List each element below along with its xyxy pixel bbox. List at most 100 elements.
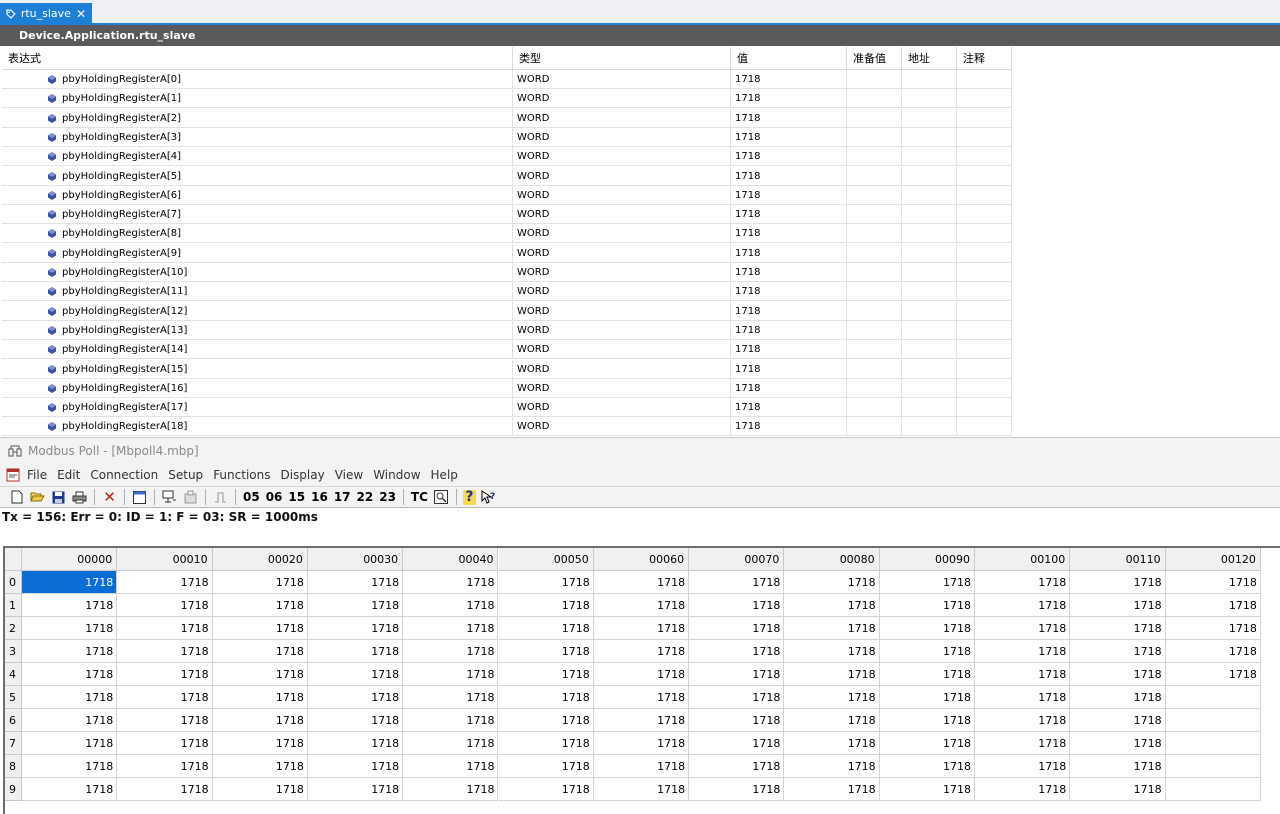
connect-icon[interactable] [161, 489, 178, 506]
col-header-expression[interactable]: 表达式 [2, 47, 513, 70]
register-cell[interactable]: 1718 [593, 663, 690, 686]
col-header-value[interactable]: 值 [731, 47, 847, 70]
register-cell[interactable]: 1718 [784, 755, 880, 778]
watch-row[interactable]: pbyHoldingRegisterA[5] WORD 1718 [2, 166, 1012, 186]
register-cell[interactable]: 1718 [498, 778, 594, 801]
fc-15-button[interactable]: 15 [287, 490, 306, 504]
context-help-icon[interactable]: ? [480, 489, 497, 506]
prepared-value-cell[interactable] [847, 70, 902, 89]
register-cell[interactable]: 1718 [1070, 778, 1166, 801]
prepared-value-cell[interactable] [847, 147, 902, 167]
register-cell[interactable]: 1718 [307, 732, 404, 755]
register-cell[interactable]: 1718 [403, 640, 499, 663]
register-cell[interactable]: 1718 [689, 732, 785, 755]
register-cell[interactable]: 1718 [879, 778, 975, 801]
register-cell[interactable]: 1718 [307, 778, 404, 801]
print-icon[interactable] [71, 489, 88, 506]
prepared-value-cell[interactable] [847, 185, 902, 205]
register-cell[interactable]: 1718 [879, 709, 975, 732]
tab-rtu-slave[interactable]: rtu_slave ✕ [0, 3, 92, 24]
register-cell[interactable]: 1718 [593, 709, 690, 732]
watch-row[interactable]: pbyHoldingRegisterA[17] WORD 1718 [2, 398, 1012, 418]
register-cell[interactable]: 1718 [307, 594, 404, 617]
register-cell[interactable]: 1718 [212, 594, 308, 617]
register-cell[interactable]: 1718 [212, 571, 308, 594]
register-cell[interactable]: 1718 [689, 686, 785, 709]
register-cell[interactable]: 1718 [879, 571, 975, 594]
prepared-value-cell[interactable] [847, 224, 902, 244]
prepared-value-cell[interactable] [847, 398, 902, 418]
prepared-value-cell[interactable] [847, 320, 902, 340]
register-cell[interactable]: 1718 [403, 663, 499, 686]
register-cell[interactable]: 1718 [117, 663, 213, 686]
document-icon[interactable] [6, 468, 20, 482]
prepared-value-cell[interactable] [847, 263, 902, 282]
col-header-comment[interactable]: 注释 [957, 47, 1012, 70]
prepared-value-cell[interactable] [847, 378, 902, 398]
col-header-address[interactable]: 地址 [902, 47, 957, 70]
fc-16-button[interactable]: 16 [310, 490, 329, 504]
register-cell[interactable]: 1718 [689, 640, 785, 663]
watch-row[interactable]: pbyHoldingRegisterA[4] WORD 1718 [2, 147, 1012, 167]
menu-display[interactable]: Display [275, 468, 329, 482]
register-cell[interactable]: 1718 [498, 755, 594, 778]
register-cell[interactable]: 1718 [403, 709, 499, 732]
register-cell[interactable]: 1718 [307, 640, 404, 663]
register-cell[interactable]: 1718 [1165, 594, 1261, 617]
watch-row[interactable]: pbyHoldingRegisterA[9] WORD 1718 [2, 243, 1012, 263]
watch-row[interactable]: pbyHoldingRegisterA[12] WORD 1718 [2, 301, 1012, 321]
register-cell[interactable]: 1718 [117, 594, 213, 617]
register-cell[interactable]: 1718 [212, 617, 308, 640]
register-cell[interactable]: 1718 [784, 594, 880, 617]
register-cell[interactable]: 1718 [975, 594, 1071, 617]
fc-05-button[interactable]: 05 [242, 490, 261, 504]
register-cell[interactable]: 1718 [498, 594, 594, 617]
register-cell[interactable]: 1718 [1070, 663, 1166, 686]
register-cell[interactable]: 1718 [212, 732, 308, 755]
fc-17-button[interactable]: 17 [333, 490, 352, 504]
register-cell[interactable]: 1718 [879, 663, 975, 686]
register-cell[interactable]: 1718 [22, 686, 118, 709]
register-cell[interactable]: 1718 [593, 594, 690, 617]
watch-row[interactable]: pbyHoldingRegisterA[6] WORD 1718 [2, 185, 1012, 205]
register-cell[interactable]: 1718 [212, 663, 308, 686]
new-file-icon[interactable] [8, 489, 25, 506]
menu-file[interactable]: File [22, 468, 52, 482]
menu-window[interactable]: Window [368, 468, 425, 482]
register-cell[interactable]: 1718 [784, 732, 880, 755]
disconnect-icon[interactable] [182, 489, 199, 506]
save-icon[interactable] [50, 489, 67, 506]
register-cell[interactable]: 1718 [307, 617, 404, 640]
menu-view[interactable]: View [330, 468, 368, 482]
fc-06-button[interactable]: 06 [265, 490, 284, 504]
register-cell[interactable]: 1718 [1070, 755, 1166, 778]
register-cell[interactable]: 1718 [784, 571, 880, 594]
delete-icon[interactable]: ✕ [101, 488, 118, 506]
watch-row[interactable]: pbyHoldingRegisterA[14] WORD 1718 [2, 340, 1012, 360]
register-cell[interactable]: 1718 [975, 663, 1071, 686]
register-cell[interactable]: 1718 [1070, 594, 1166, 617]
fc-22-button[interactable]: 22 [356, 490, 375, 504]
register-cell[interactable]: 1718 [403, 617, 499, 640]
register-cell[interactable]: 1718 [1165, 617, 1261, 640]
register-cell[interactable]: 1718 [784, 686, 880, 709]
register-cell[interactable]: 1718 [975, 571, 1071, 594]
register-cell[interactable]: 1718 [22, 594, 118, 617]
register-cell[interactable]: 1718 [1165, 571, 1261, 594]
register-cell[interactable]: 1718 [22, 617, 118, 640]
register-cell[interactable]: 1718 [689, 594, 785, 617]
register-cell[interactable]: 1718 [784, 617, 880, 640]
col-header-prepared-value[interactable]: 准备值 [847, 47, 902, 70]
prepared-value-cell[interactable] [847, 205, 902, 225]
register-cell[interactable]: 1718 [117, 571, 213, 594]
register-cell[interactable]: 1718 [784, 663, 880, 686]
register-cell[interactable]: 1718 [879, 732, 975, 755]
register-cell[interactable]: 1718 [879, 755, 975, 778]
watch-row[interactable]: pbyHoldingRegisterA[10] WORD 1718 [2, 263, 1012, 282]
register-cell[interactable]: 1718 [307, 686, 404, 709]
register-cell[interactable]: 1718 [1165, 640, 1261, 663]
register-cell[interactable]: 1718 [403, 571, 499, 594]
register-cell[interactable]: 1718 [22, 663, 118, 686]
register-cell[interactable]: 1718 [784, 709, 880, 732]
register-cell[interactable]: 1718 [975, 778, 1071, 801]
